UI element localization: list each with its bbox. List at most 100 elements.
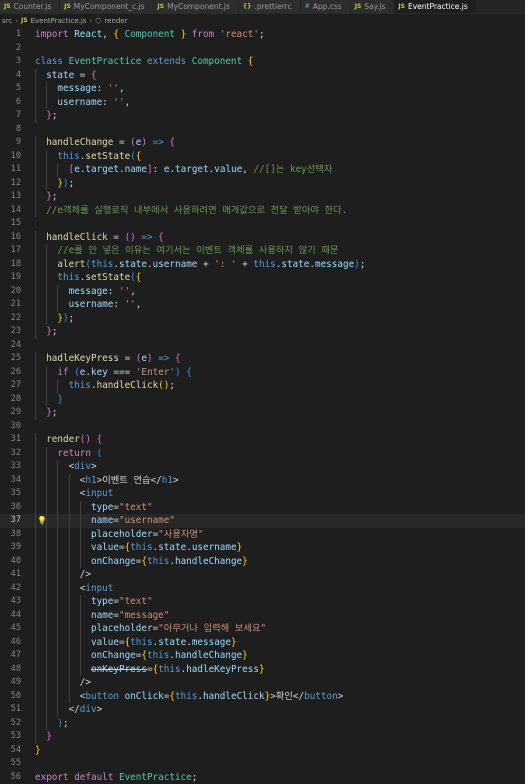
line-number: 38	[0, 528, 21, 542]
code-line[interactable]: 50 <button onClick={this.handleClick}>확인…	[0, 690, 525, 704]
code-line[interactable]: 40 onChange={this.handleChange}	[0, 555, 525, 569]
tab-eventpractice-js[interactable]: JSEventPractice.js	[394, 0, 476, 13]
tab-counter-js[interactable]: JSCounter.js	[0, 0, 60, 13]
line-number: 24	[0, 339, 21, 353]
code-line[interactable]: 12 });	[0, 177, 525, 191]
code-line[interactable]: 51 </div>	[0, 703, 525, 717]
code-line[interactable]: 52 );	[0, 717, 525, 731]
code-line[interactable]: 45 placeholder="아무거나 입력해 보세요"	[0, 622, 525, 636]
line-number: 10	[0, 150, 21, 164]
code-line[interactable]: 23 };	[0, 325, 525, 339]
code-line[interactable]: 37💡 name="username"	[0, 514, 525, 528]
code-line[interactable]: 15	[0, 217, 525, 231]
code-editor[interactable]: 1import React, { Component } from 'react…	[0, 28, 525, 776]
line-number: 18	[0, 258, 21, 272]
code-line[interactable]: 13 };	[0, 190, 525, 204]
code-line[interactable]: 39 value={this.state.username}	[0, 541, 525, 555]
tab-label: EventPractice.js	[408, 2, 468, 11]
line-number: 32	[0, 447, 21, 461]
line-number: 56	[0, 771, 21, 784]
code-line[interactable]: 10 this.setState({	[0, 150, 525, 164]
code-line[interactable]: 21 username: '',	[0, 298, 525, 312]
code-line[interactable]: 47 onChange={this.handleChange}	[0, 649, 525, 663]
code-text: name="message"	[35, 609, 169, 623]
code-line[interactable]: 29 };	[0, 406, 525, 420]
line-number: 54	[0, 744, 21, 758]
code-line[interactable]: 1import React, { Component } from 'react…	[0, 28, 525, 42]
code-line[interactable]: 24	[0, 339, 525, 353]
line-number: 27	[0, 379, 21, 393]
code-line[interactable]: 48 onKeyPress={this.hadleKeyPress}	[0, 663, 525, 677]
line-number: 55	[0, 757, 21, 771]
code-line[interactable]: 30	[0, 420, 525, 434]
code-line[interactable]: 42 <input	[0, 582, 525, 596]
code-line[interactable]: 56export default EventPractice;	[0, 771, 525, 784]
tab-mycomponent-c-js[interactable]: JSMyComponent_c.js	[60, 0, 153, 13]
breadcrumb-file[interactable]: EventPractice.js	[31, 17, 87, 25]
code-line[interactable]: 20 message: '',	[0, 285, 525, 299]
code-line[interactable]: 28 }	[0, 393, 525, 407]
code-line[interactable]: 35 <input	[0, 487, 525, 501]
code-line[interactable]: 53 }	[0, 730, 525, 744]
code-line[interactable]: 22 });	[0, 312, 525, 326]
line-number: 8	[0, 123, 21, 137]
tab-app-css[interactable]: #App.css	[301, 0, 351, 13]
code-line[interactable]: 32 return (	[0, 447, 525, 461]
code-line[interactable]: 16 handleClick = () => {	[0, 231, 525, 245]
line-number: 36	[0, 501, 21, 515]
line-number: 2	[0, 42, 21, 56]
code-line[interactable]: 5 message: '',	[0, 82, 525, 96]
code-text: <input	[35, 582, 113, 596]
code-line[interactable]: 18 alert(this.state.username + ': ' + th…	[0, 258, 525, 272]
code-line[interactable]: 49 />	[0, 676, 525, 690]
method-symbol-icon: ⬡	[95, 17, 101, 25]
breadcrumb-symbol[interactable]: render	[104, 17, 127, 25]
code-text: class EventPractice extends Component {	[35, 55, 253, 69]
code-line[interactable]: 55	[0, 757, 525, 771]
code-line[interactable]: 26 if (e.key === 'Enter') {	[0, 366, 525, 380]
code-line[interactable]: 2	[0, 42, 525, 56]
code-line[interactable]: 17 //e를 안 넣은 이유는 여기서는 이벤트 객체를 사용하지 않기 때문	[0, 244, 525, 258]
code-line[interactable]: 3class EventPractice extends Component {	[0, 55, 525, 69]
code-text: placeholder="아무거나 입력해 보세요"	[35, 622, 266, 636]
line-number: 25	[0, 352, 21, 366]
code-line[interactable]: 41 />	[0, 568, 525, 582]
code-line[interactable]: 19 this.setState({	[0, 271, 525, 285]
code-text: message: '',	[35, 285, 136, 299]
code-line[interactable]: 36 type="text"	[0, 501, 525, 515]
code-line[interactable]: 46 value={this.state.message}	[0, 636, 525, 650]
code-line[interactable]: 33 <div>	[0, 460, 525, 474]
code-text: <div>	[35, 460, 97, 474]
tab-label: MyComponent_c.js	[74, 2, 145, 11]
code-line[interactable]: 11 [e.target.name]: e.target.value, //[]…	[0, 163, 525, 177]
code-text: type="text"	[35, 501, 153, 515]
code-line[interactable]: 14 //e객체를 실행로직 내부에서 사용하려면 매개값으로 전달 받아야 한…	[0, 204, 525, 218]
code-line[interactable]: 34 <h1>이벤트 연습</h1>	[0, 474, 525, 488]
code-line[interactable]: 31 render() {	[0, 433, 525, 447]
code-line[interactable]: 27 this.handleClick();	[0, 379, 525, 393]
javascript-file-icon: JS	[158, 3, 165, 10]
code-text: return (	[35, 447, 102, 461]
code-line[interactable]: 4 state = {	[0, 69, 525, 83]
line-number: 35	[0, 487, 21, 501]
code-line[interactable]: 25 hadleKeyPress = (e) => {	[0, 352, 525, 366]
code-line[interactable]: 44 name="message"	[0, 609, 525, 623]
breadcrumb-folder[interactable]: src	[2, 17, 12, 25]
code-line[interactable]: 8	[0, 123, 525, 137]
line-number: 34	[0, 474, 21, 488]
tab-say-js[interactable]: JSSay.js	[351, 0, 395, 13]
code-line[interactable]: 43 type="text"	[0, 595, 525, 609]
code-line[interactable]: 9 handleChange = (e) => {	[0, 136, 525, 150]
code-text: handleChange = (e) => {	[35, 136, 175, 150]
code-line[interactable]: 54}	[0, 744, 525, 758]
tab-prettierrc[interactable]: {}.prettierrc	[239, 0, 301, 13]
code-line[interactable]: 6 username: '',	[0, 96, 525, 110]
javascript-file-icon: JS	[355, 3, 362, 10]
tab-mycomponent-js[interactable]: JSMyComponent.js	[154, 0, 239, 13]
javascript-file-icon: JS	[398, 3, 405, 10]
line-number: 49	[0, 676, 21, 690]
code-line[interactable]: 38 placeholder="사용자명"	[0, 528, 525, 542]
line-number: 13	[0, 190, 21, 204]
line-number: 16	[0, 231, 21, 245]
code-line[interactable]: 7 };	[0, 109, 525, 123]
